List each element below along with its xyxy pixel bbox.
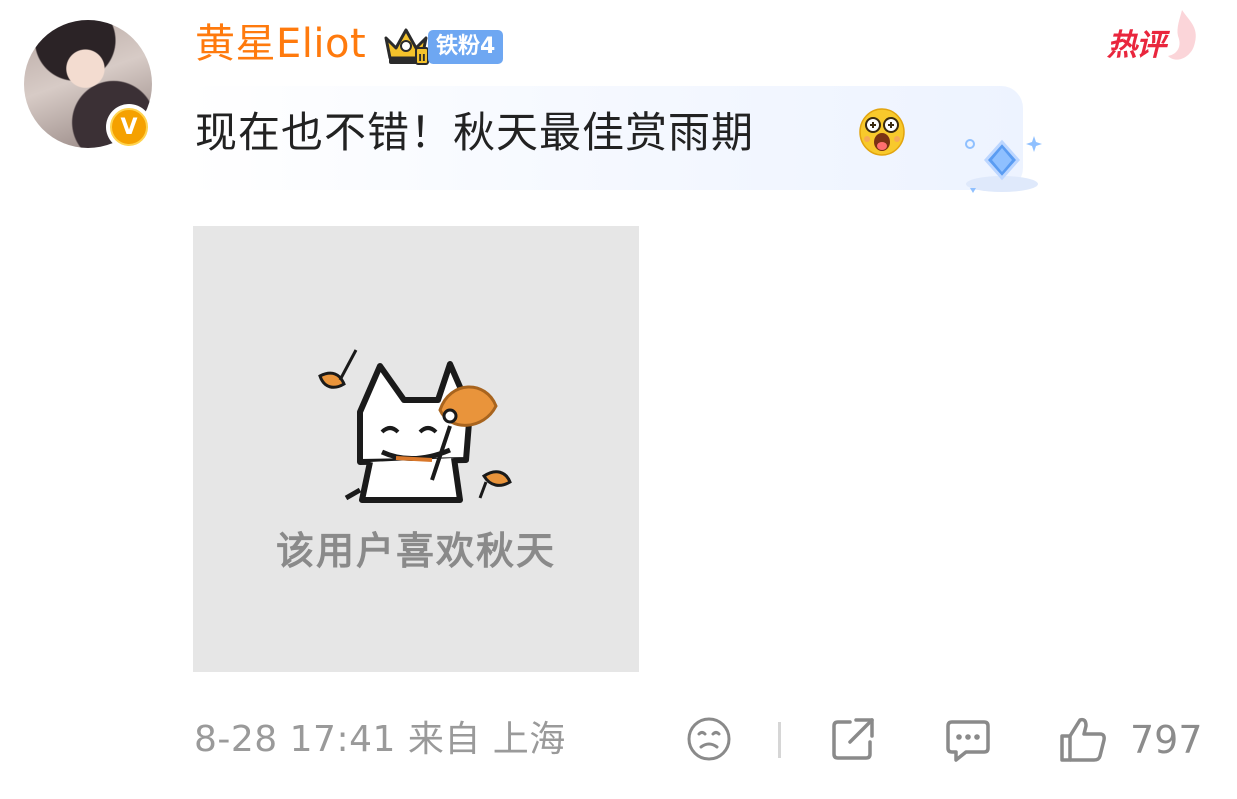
footer-divider — [778, 722, 781, 758]
amazed-face-emoji-icon — [859, 108, 905, 156]
like-count[interactable]: 797 — [1130, 714, 1203, 766]
comment-meta: 8-28 17:41 来自 上海 — [194, 719, 566, 760]
image-caption: 该用户喜欢秋天 — [275, 529, 556, 573]
svg-text:II: II — [418, 53, 425, 64]
verified-badge-icon: V — [106, 104, 152, 150]
hot-comment-badge: 热评 — [1105, 8, 1200, 68]
flame-icon — [1168, 10, 1196, 60]
sad-face-icon[interactable] — [686, 716, 732, 762]
fan-level-badge[interactable]: 铁粉4 — [428, 30, 504, 64]
share-icon[interactable] — [830, 716, 876, 762]
hot-comment-label: 热评 — [1107, 28, 1166, 63]
comment-text: 现在也不错！秋天最佳赏雨期 — [195, 108, 755, 157]
verified-badge-label: V — [110, 108, 148, 146]
username[interactable]: 黄星Eliot — [195, 18, 366, 70]
like-icon[interactable] — [1058, 714, 1108, 764]
crown-icon: II — [384, 28, 429, 65]
cat-with-leaves-sticker-icon — [318, 349, 512, 503]
diamond-decoration-icon — [965, 136, 1042, 193]
comment-icon[interactable] — [944, 716, 992, 764]
